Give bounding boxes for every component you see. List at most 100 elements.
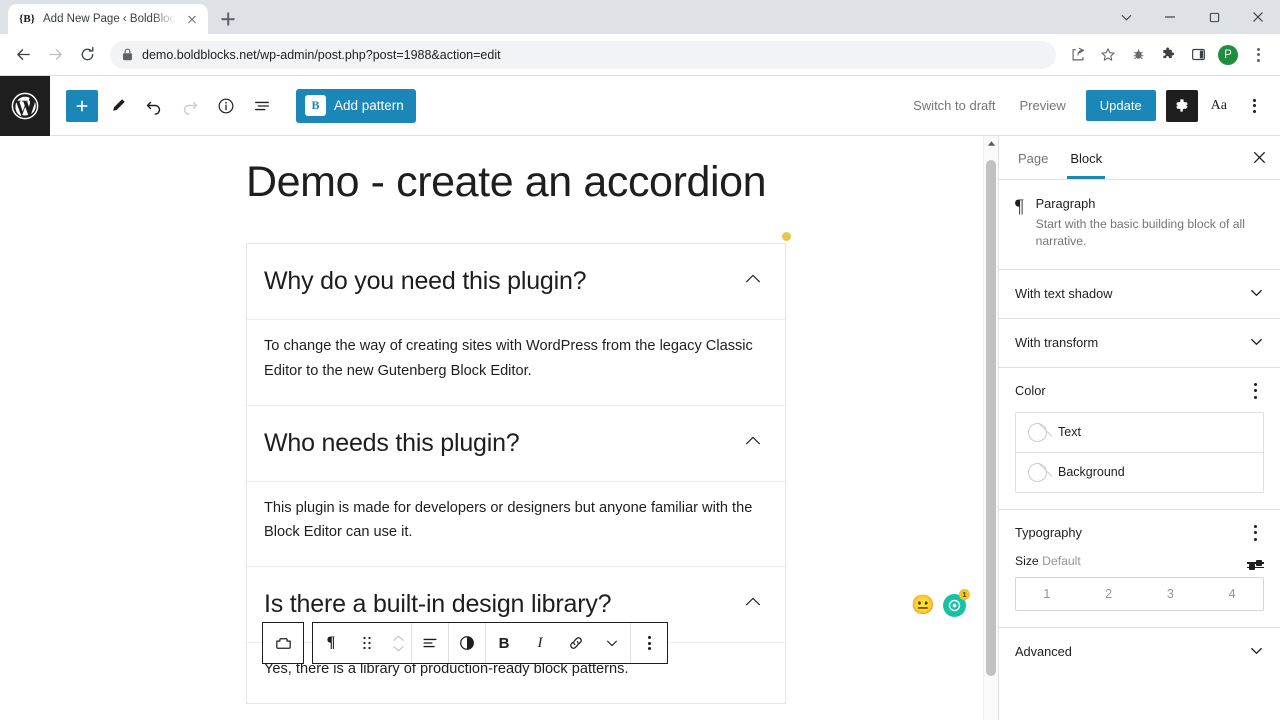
color-row-text[interactable]: Text [1016, 413, 1263, 452]
editor-right-tools: Switch to draft Preview Update Aa [903, 89, 1280, 122]
panel-advanced[interactable]: Advanced [999, 628, 1280, 676]
move-up-down-buttons[interactable] [385, 634, 411, 653]
preview-button[interactable]: Preview [1010, 92, 1076, 119]
typography-button[interactable]: Aa [1202, 92, 1236, 120]
typography-section-title: Typography [1015, 525, 1082, 541]
block-type-paragraph-button[interactable]: ¶ [313, 623, 349, 663]
tab-close-icon[interactable] [184, 11, 200, 27]
chevron-down-icon[interactable] [1249, 643, 1264, 661]
chevron-up-icon[interactable] [743, 592, 763, 617]
chrome-kebab-menu-icon[interactable] [1244, 41, 1272, 69]
tab-block[interactable]: Block [1059, 138, 1113, 179]
font-size-step-4[interactable]: 4 [1201, 578, 1263, 610]
chevron-down-icon[interactable] [1249, 334, 1264, 352]
floating-widgets: 😐 1 [911, 589, 970, 617]
accordion-heading-2: Who needs this plugin? [264, 428, 520, 457]
color-options-kebab-icon[interactable] [1246, 382, 1264, 400]
drag-handle[interactable] [349, 623, 385, 663]
text-color-button[interactable] [449, 623, 485, 663]
font-size-step-2[interactable]: 2 [1078, 578, 1140, 610]
maximize-icon[interactable] [1192, 0, 1236, 34]
settings-sidebar: Page Block ¶ Paragraph Start with the ba… [999, 136, 1280, 720]
scrollbar-thumb[interactable] [986, 160, 996, 676]
tab-title: Add New Page ‹ BoldBlocks — W [43, 13, 176, 25]
avatar-initial: P [1218, 44, 1238, 65]
share-icon[interactable] [1064, 41, 1092, 69]
size-value-text: Default [1042, 553, 1081, 568]
block-toolbar-main: ¶ B I [312, 622, 668, 664]
accordion-header-2[interactable]: Who needs this plugin? [247, 406, 785, 481]
panel-label: With text shadow [1015, 286, 1113, 302]
add-block-button[interactable] [66, 89, 98, 122]
scroll-up-arrow-icon[interactable] [984, 136, 998, 151]
tools-edit-button[interactable] [102, 90, 134, 122]
switch-to-draft-button[interactable]: Switch to draft [903, 92, 1005, 119]
editor-left-tools: B Add pattern [50, 88, 416, 123]
font-size-stepper: 1 2 3 4 [1015, 576, 1264, 611]
profile-avatar[interactable]: P [1214, 41, 1242, 69]
boldblocks-favicon: {B} [19, 13, 36, 25]
feedback-emoji[interactable]: 😐 [911, 596, 935, 615]
boldblocks-logo-icon: B [305, 95, 326, 116]
browser-tab[interactable]: {B} Add New Page ‹ BoldBlocks — W [8, 4, 208, 34]
editor-options-kebab-icon[interactable] [1240, 92, 1268, 120]
font-size-step-3[interactable]: 3 [1140, 578, 1202, 610]
block-options-kebab-icon[interactable] [631, 623, 667, 663]
forward-arrow-icon[interactable] [40, 40, 70, 70]
accordion-header-1[interactable]: Why do you need this plugin? [247, 244, 785, 319]
chevron-up-icon[interactable] [743, 431, 763, 456]
reload-icon[interactable] [72, 40, 102, 70]
sidebar-close-icon[interactable] [1242, 141, 1276, 175]
page-title[interactable]: Demo - create an accordion [246, 158, 786, 207]
color-section-title: Color [1015, 383, 1046, 399]
browser-toolbar: demo.boldblocks.net/wp-admin/post.php?po… [0, 34, 1280, 76]
block-card-name: Paragraph [1035, 196, 1096, 211]
undo-button[interactable] [138, 90, 170, 122]
font-size-settings-sliders-icon[interactable] [1247, 560, 1264, 570]
tab-page[interactable]: Page [1007, 138, 1059, 178]
bookmark-star-icon[interactable] [1094, 41, 1122, 69]
tab-search-icon[interactable] [1104, 0, 1148, 34]
accordion-body-2[interactable]: This plugin is made for developers or de… [247, 480, 785, 566]
font-size-step-1[interactable]: 1 [1016, 578, 1078, 610]
more-rich-text-chevron-down-icon[interactable] [594, 623, 630, 663]
browser-tab-strip: {B} Add New Page ‹ BoldBlocks — W [0, 0, 1280, 34]
update-button[interactable]: Update [1085, 90, 1156, 121]
link-button[interactable] [558, 623, 594, 663]
bold-button[interactable]: B [486, 623, 522, 663]
side-panel-icon[interactable] [1184, 41, 1212, 69]
panel-with-transform[interactable]: With transform [999, 319, 1280, 368]
panel-with-text-shadow[interactable]: With text shadow [999, 270, 1280, 319]
details-button[interactable] [210, 90, 242, 122]
chevron-down-icon[interactable] [1249, 285, 1264, 303]
redo-button[interactable] [174, 90, 206, 122]
list-view-button[interactable] [246, 90, 278, 122]
bug-extension-icon[interactable] [1124, 41, 1152, 69]
support-chat-widget[interactable]: 1 [943, 589, 970, 617]
typography-options-kebab-icon[interactable] [1246, 524, 1264, 542]
background-color-swatch [1028, 462, 1047, 482]
back-arrow-icon[interactable] [8, 40, 38, 70]
canvas-scrollbar[interactable] [983, 136, 998, 720]
accordion-heading-3: Is there a built-in design library? [264, 589, 612, 618]
wordpress-logo-icon[interactable] [0, 75, 50, 136]
accordion-body-1[interactable]: To change the way of creating sites with… [247, 319, 785, 404]
italic-button[interactable]: I [522, 623, 558, 663]
color-row-background[interactable]: Background [1016, 451, 1263, 492]
accordion-item-1[interactable]: Why do you need this plugin? To change t… [247, 244, 785, 406]
add-pattern-button[interactable]: B Add pattern [296, 88, 416, 123]
close-window-icon[interactable] [1236, 0, 1280, 34]
sidebar-tabs: Page Block [999, 136, 1280, 180]
settings-gear-icon[interactable] [1165, 89, 1198, 122]
advanced-label: Advanced [1015, 644, 1072, 660]
chevron-up-icon[interactable] [743, 269, 763, 294]
accordion-item-2[interactable]: Who needs this plugin? This plugin is ma… [247, 406, 785, 567]
block-card: ¶ Paragraph Start with the basic buildin… [999, 180, 1280, 270]
minimize-icon[interactable] [1148, 0, 1192, 34]
paragraph-pilcrow-icon: ¶ [1015, 196, 1024, 217]
select-parent-accordion-icon[interactable] [262, 622, 304, 664]
address-bar[interactable]: demo.boldblocks.net/wp-admin/post.php?po… [110, 40, 1056, 69]
align-text-button[interactable] [412, 623, 448, 663]
new-tab-button[interactable] [214, 5, 242, 33]
extensions-puzzle-icon[interactable] [1154, 41, 1182, 69]
